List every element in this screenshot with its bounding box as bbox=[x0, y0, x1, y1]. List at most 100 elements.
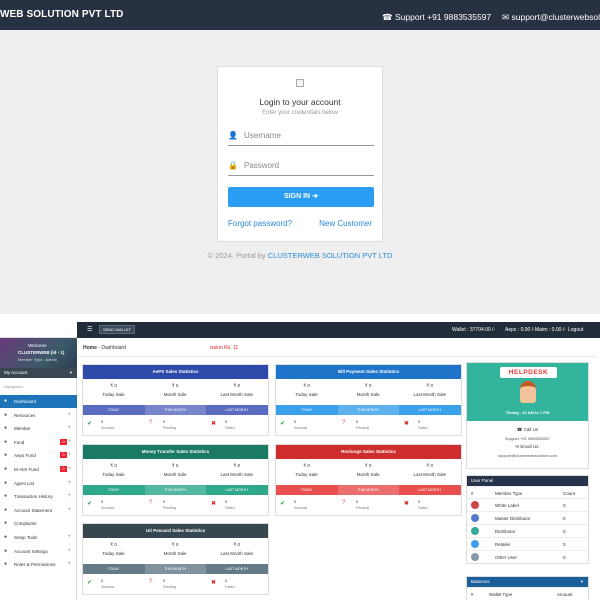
stats-card-title: Uti Pancard Sales Statistics bbox=[83, 524, 268, 538]
question-icon: ? bbox=[342, 420, 346, 426]
member-avatar-icon bbox=[471, 514, 479, 522]
cross-icon: ✖ bbox=[211, 580, 217, 586]
arrow-circle-icon: ➜ bbox=[312, 193, 318, 200]
expand-icon: + bbox=[67, 493, 71, 500]
sale-label: Today Sale bbox=[295, 472, 318, 477]
member-avatar-icon bbox=[471, 540, 479, 548]
balances-header[interactable]: Balances ▾ bbox=[467, 577, 588, 587]
check-icon: ✔ bbox=[87, 501, 93, 507]
new-customer-link[interactable]: New Customer bbox=[319, 219, 372, 228]
period-tab[interactable]: THIS MONTH bbox=[337, 485, 399, 495]
check-icon: ✔ bbox=[280, 421, 286, 427]
period-tab[interactable]: THIS MONTH bbox=[144, 564, 206, 574]
stats-card-3: Recharge Sales Statistics ₹ 0 Today Sale ₹ … bbox=[275, 444, 462, 516]
period-tab[interactable]: TODAY bbox=[83, 567, 144, 571]
sidebar-item-account-settings[interactable]: ● Account Settings + bbox=[0, 545, 77, 558]
email-us-label: ✉ Email Us: bbox=[515, 444, 540, 449]
period-tab[interactable]: TODAY bbox=[83, 408, 144, 412]
expand-icon: + bbox=[67, 452, 71, 459]
sale-amount: ₹ 0 bbox=[426, 383, 434, 388]
result-count: 0 bbox=[418, 419, 421, 424]
period-tab[interactable]: LAST MONTH bbox=[206, 567, 267, 571]
sale-amount: ₹ 0 bbox=[303, 383, 310, 388]
login-section: Login to your account Enter your credent… bbox=[0, 30, 600, 314]
sidebar-item-setup-tools[interactable]: ● Setup Tools + bbox=[0, 531, 77, 544]
result-count: 0 bbox=[294, 419, 297, 424]
table-row: White Label 0 bbox=[467, 498, 588, 511]
welcome-text: Welcome bbox=[28, 343, 47, 348]
result-count: 0 bbox=[294, 499, 297, 504]
matm-balance: Matm : 0.00 /- bbox=[535, 327, 566, 333]
profile-name: CLUSTERWEB (id - 1) bbox=[18, 350, 65, 355]
result-count: 0 bbox=[356, 499, 359, 504]
question-icon: ? bbox=[149, 500, 153, 506]
result-label: Pending bbox=[163, 506, 176, 510]
call-us-label: ☎ Call Us bbox=[516, 427, 539, 432]
expand-icon: + bbox=[67, 561, 71, 568]
member-type: Member Type : Admin bbox=[18, 357, 57, 362]
sidebar-item-resources[interactable]: ● Resources + bbox=[0, 409, 77, 422]
wallet-icon: ● bbox=[4, 452, 8, 459]
user-icon: ● bbox=[4, 425, 8, 432]
result-label: Pending bbox=[163, 426, 176, 430]
sale-label: Last Month Sale bbox=[220, 472, 253, 477]
period-tab[interactable]: LAST MONTH bbox=[399, 488, 460, 492]
result-label: Pending bbox=[356, 426, 369, 430]
period-tab[interactable]: TODAY bbox=[83, 488, 144, 492]
aeps-balance: Aeps : 0.00 /- bbox=[505, 327, 535, 333]
menu-toggle-icon[interactable]: ☰ bbox=[87, 326, 92, 333]
sidebar-item-aeps-fund[interactable]: ● Aeps Fund 0 + bbox=[0, 449, 77, 462]
expand-icon: + bbox=[67, 506, 71, 513]
helpdesk-panel: HELPDESK Timing - 10 AM to 7 PM ☎ Call U… bbox=[466, 362, 589, 469]
result-label: Pending bbox=[356, 506, 369, 510]
period-tab[interactable]: LAST MONTH bbox=[206, 408, 267, 412]
username-field[interactable]: 👤 Username bbox=[228, 129, 374, 146]
support-agent-icon bbox=[520, 381, 536, 403]
member-avatar-icon bbox=[471, 501, 479, 509]
sidebar-item-dashboard[interactable]: ● Dashboard bbox=[0, 395, 77, 408]
period-tab[interactable]: THIS MONTH bbox=[144, 405, 206, 415]
result-count: 0 bbox=[356, 419, 359, 424]
logout-button[interactable]: Logout bbox=[568, 327, 583, 333]
check-icon: ✔ bbox=[280, 501, 286, 507]
footer-company-link[interactable]: CLUSTERWEB SOLUTION PVT LTD bbox=[268, 251, 393, 260]
period-tab[interactable]: LAST MONTH bbox=[206, 488, 267, 492]
sale-amount: ₹ 0 bbox=[303, 463, 310, 468]
support-email[interactable]: ✉ support@clusterwebsol bbox=[502, 12, 600, 23]
check-icon: ✔ bbox=[87, 580, 93, 586]
period-tab[interactable]: TODAY bbox=[276, 408, 337, 412]
password-field[interactable]: 🔒 Password bbox=[228, 159, 374, 176]
result-label: Success bbox=[101, 506, 115, 510]
expand-icon: + bbox=[67, 534, 71, 540]
sidebar-item-m-atm-fund[interactable]: ● M-Atm Fund 0 + bbox=[0, 463, 77, 476]
cross-icon: ✖ bbox=[404, 421, 410, 427]
sidebar-item-roles-permissions[interactable]: ● Roles & Permissions + bbox=[0, 558, 77, 571]
statement-icon: ● bbox=[4, 506, 8, 513]
sale-label: Last Month Sale bbox=[220, 551, 253, 556]
sidebar-item-complaints[interactable]: ● Complaints bbox=[0, 517, 77, 530]
result-count: 0 bbox=[225, 578, 228, 583]
cross-icon: ✖ bbox=[211, 421, 217, 427]
dashboard-navbar: ☰ SEND WALLET Wallet : 37704.00 /- Aeps … bbox=[77, 322, 600, 338]
sidebar-item-agent-list[interactable]: ● Agent List + bbox=[0, 477, 77, 490]
forgot-password-link[interactable]: Forgot password? bbox=[228, 219, 292, 228]
send-wallet-button[interactable]: SEND WALLET bbox=[99, 325, 136, 334]
period-tab[interactable]: LAST MONTH bbox=[399, 408, 460, 412]
my-account-toggle[interactable]: My Account ▾ bbox=[0, 368, 77, 378]
period-tab[interactable]: THIS MONTH bbox=[337, 405, 399, 415]
sign-in-button[interactable]: SIGN IN ➜ bbox=[228, 187, 374, 207]
period-tab[interactable]: TODAY bbox=[276, 488, 337, 492]
result-label: Success bbox=[101, 426, 115, 430]
sidebar-item-fund[interactable]: ● Fund 0 + bbox=[0, 436, 77, 449]
sidebar-item-member[interactable]: ● Member + bbox=[0, 422, 77, 435]
sidebar-item-account-statement[interactable]: ● Account Statement + bbox=[0, 504, 77, 517]
sale-amount: ₹ 0 bbox=[233, 463, 241, 468]
period-tab[interactable]: THIS MONTH bbox=[144, 485, 206, 495]
support-phone[interactable]: ☎ Support +91 9883535597 bbox=[382, 12, 491, 23]
gear-icon: ● bbox=[4, 411, 8, 418]
sidebar-item-transaction-history[interactable]: ● Transaction History + bbox=[0, 490, 77, 503]
expand-icon: + bbox=[67, 438, 71, 445]
mail-icon: ✉ bbox=[502, 12, 510, 22]
settings-icon: ● bbox=[4, 547, 8, 554]
breadcrumb-home[interactable]: Home bbox=[83, 345, 97, 351]
